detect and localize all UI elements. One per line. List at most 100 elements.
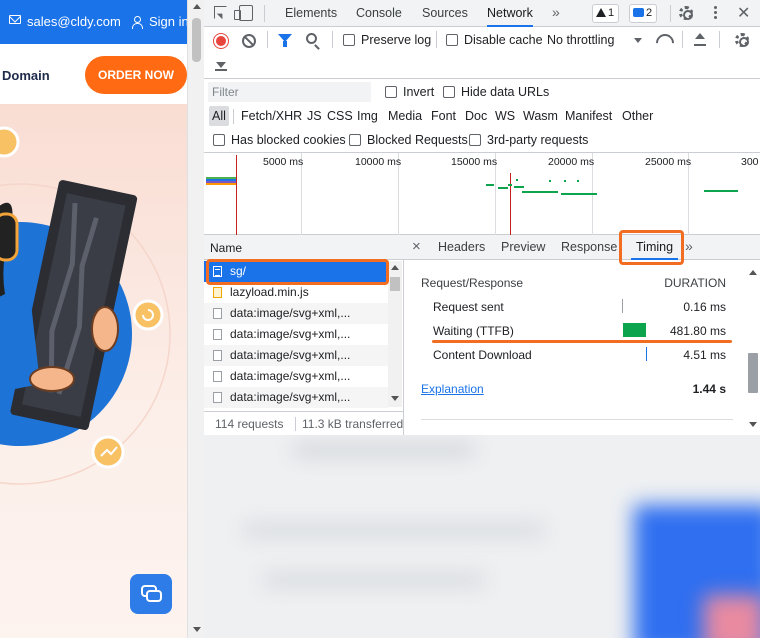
site-topbar: sales@cldy.com Sign in [0,0,187,44]
timing-bar [646,347,647,361]
filter-type-css[interactable]: CSS [324,106,356,126]
close-devtools-icon[interactable]: ✕ [737,6,750,22]
disable-cache-label: Disable cache [464,33,543,47]
filter-input[interactable] [208,82,371,102]
filter-type-doc[interactable]: Doc [462,106,490,126]
blurred-content [204,435,760,638]
settings-gear-icon[interactable] [679,6,693,20]
request-row[interactable]: data:image/svg+xml,... [204,366,388,387]
details-tabbar: × Headers Preview Response Timing » [404,235,760,260]
tab-preview[interactable]: Preview [501,235,545,260]
timing-scrollbar[interactable] [746,268,760,434]
timing-panel: Request/Response DURATION Request sent 0… [404,260,760,435]
timeline-bar [206,177,236,185]
name-column-header[interactable]: Name [204,235,404,260]
request-list-scrollbar[interactable] [388,261,402,407]
devtools-panel: Elements Console Sources Network » 1 2 ✕… [204,0,760,638]
file-icon [213,371,222,382]
more-detail-tabs-icon[interactable]: » [685,238,693,254]
chevron-down-icon[interactable] [634,38,642,43]
blocked-cookies-checkbox[interactable] [213,134,225,146]
device-toolbar-icon[interactable] [234,5,253,21]
messages-badge[interactable]: 2 [629,4,658,23]
tab-sources[interactable]: Sources [422,0,468,27]
filter-type-manifest[interactable]: Manifest [562,106,615,126]
timeline-bar [508,184,512,186]
request-row[interactable]: sg/ [204,261,388,282]
timeline-bar [498,187,508,189]
devtools-tabbar: Elements Console Sources Network » 1 2 ✕ [204,0,760,27]
request-row[interactable]: lazyload.min.js [204,282,388,303]
filter-type-wasm[interactable]: Wasm [520,106,561,126]
warning-icon [596,8,606,17]
site-email-link[interactable]: sales@cldy.com [27,14,121,29]
tab-console[interactable]: Console [356,0,402,27]
blocked-requests-checkbox[interactable] [349,134,361,146]
filter-type-ws[interactable]: WS [492,106,518,126]
timeline-tick: 300 [741,156,759,168]
explanation-link[interactable]: Explanation [421,382,484,396]
tab-headers[interactable]: Headers [438,235,485,260]
close-details-icon[interactable]: × [412,239,421,255]
filter-type-all[interactable]: All [209,106,229,126]
warnings-badge[interactable]: 1 [592,4,620,23]
disable-cache-checkbox[interactable] [446,34,458,46]
network-settings-gear-icon[interactable] [735,33,749,47]
page-scrollbar[interactable] [187,0,204,638]
network-summary-bar: 114 requests 11.3 kB transferred [204,411,404,435]
preserve-log-checkbox[interactable] [343,34,355,46]
timeline-bar [514,186,524,188]
hide-data-urls-checkbox[interactable] [443,86,455,98]
request-row[interactable]: data:image/svg+xml,... [204,345,388,366]
filter-type-font[interactable]: Font [428,106,459,126]
document-icon [213,266,222,277]
request-row[interactable]: data:image/svg+xml,... [204,387,388,408]
tab-timing[interactable]: Timing [631,235,679,260]
timeline-tick: 10000 ms [355,156,402,168]
network-conditions-icon[interactable] [656,34,672,46]
underline-ttfb [432,340,732,343]
website-viewport: sales@cldy.com Sign in Domain ORDER NOW [0,0,187,638]
duration-heading: DURATION [664,276,726,290]
tab-response[interactable]: Response [561,235,617,260]
request-row[interactable]: data:image/svg+xml,... [204,324,388,345]
file-icon [213,308,222,319]
request-details: × Headers Preview Response Timing » Requ… [404,235,760,435]
order-now-button[interactable]: ORDER NOW [85,56,187,94]
tab-elements[interactable]: Elements [285,0,337,27]
network-toolbar: Preserve log Disable cache No throttling [204,27,760,79]
invert-label: Invert [403,85,435,99]
filter-type-fetch-xhr[interactable]: Fetch/XHR [238,106,305,126]
more-tabs-icon[interactable]: » [552,4,560,20]
clear-icon[interactable] [242,34,256,48]
filter-icon[interactable] [278,34,292,47]
timing-bar [623,323,646,337]
import-har-icon[interactable] [694,33,706,47]
request-row[interactable]: data:image/svg+xml,... [204,303,388,324]
invert-checkbox[interactable] [385,86,397,98]
filter-type-media[interactable]: Media [385,106,425,126]
filter-type-other[interactable]: Other [619,106,656,126]
record-icon[interactable] [214,34,228,48]
timeline-tick: 20000 ms [548,156,595,168]
third-party-checkbox[interactable] [469,134,481,146]
site-navbar: Domain ORDER NOW [0,44,187,104]
user-icon [132,16,143,29]
site-signin-link[interactable]: Sign in [149,14,187,29]
live-chat-button[interactable] [130,574,172,614]
inspect-element-icon[interactable] [214,6,227,19]
tab-network[interactable]: Network [487,0,533,27]
search-icon[interactable] [306,33,317,44]
hero-illustration [0,104,187,638]
export-har-icon[interactable] [215,58,227,72]
more-options-icon[interactable] [714,6,718,21]
transferred-size: 11.3 kB transferred [302,417,404,431]
timeline-tick: 15000 ms [451,156,498,168]
nav-domain-link[interactable]: Domain [2,68,50,83]
timeline-bar [704,190,738,192]
throttling-select[interactable]: No throttling [547,33,614,47]
filter-type-img[interactable]: Img [354,106,381,126]
network-overview-timeline[interactable]: 5000 ms 10000 ms 15000 ms 20000 ms 25000… [204,153,760,235]
filter-type-js[interactable]: JS [304,106,325,126]
request-response-heading: Request/Response [421,276,524,290]
